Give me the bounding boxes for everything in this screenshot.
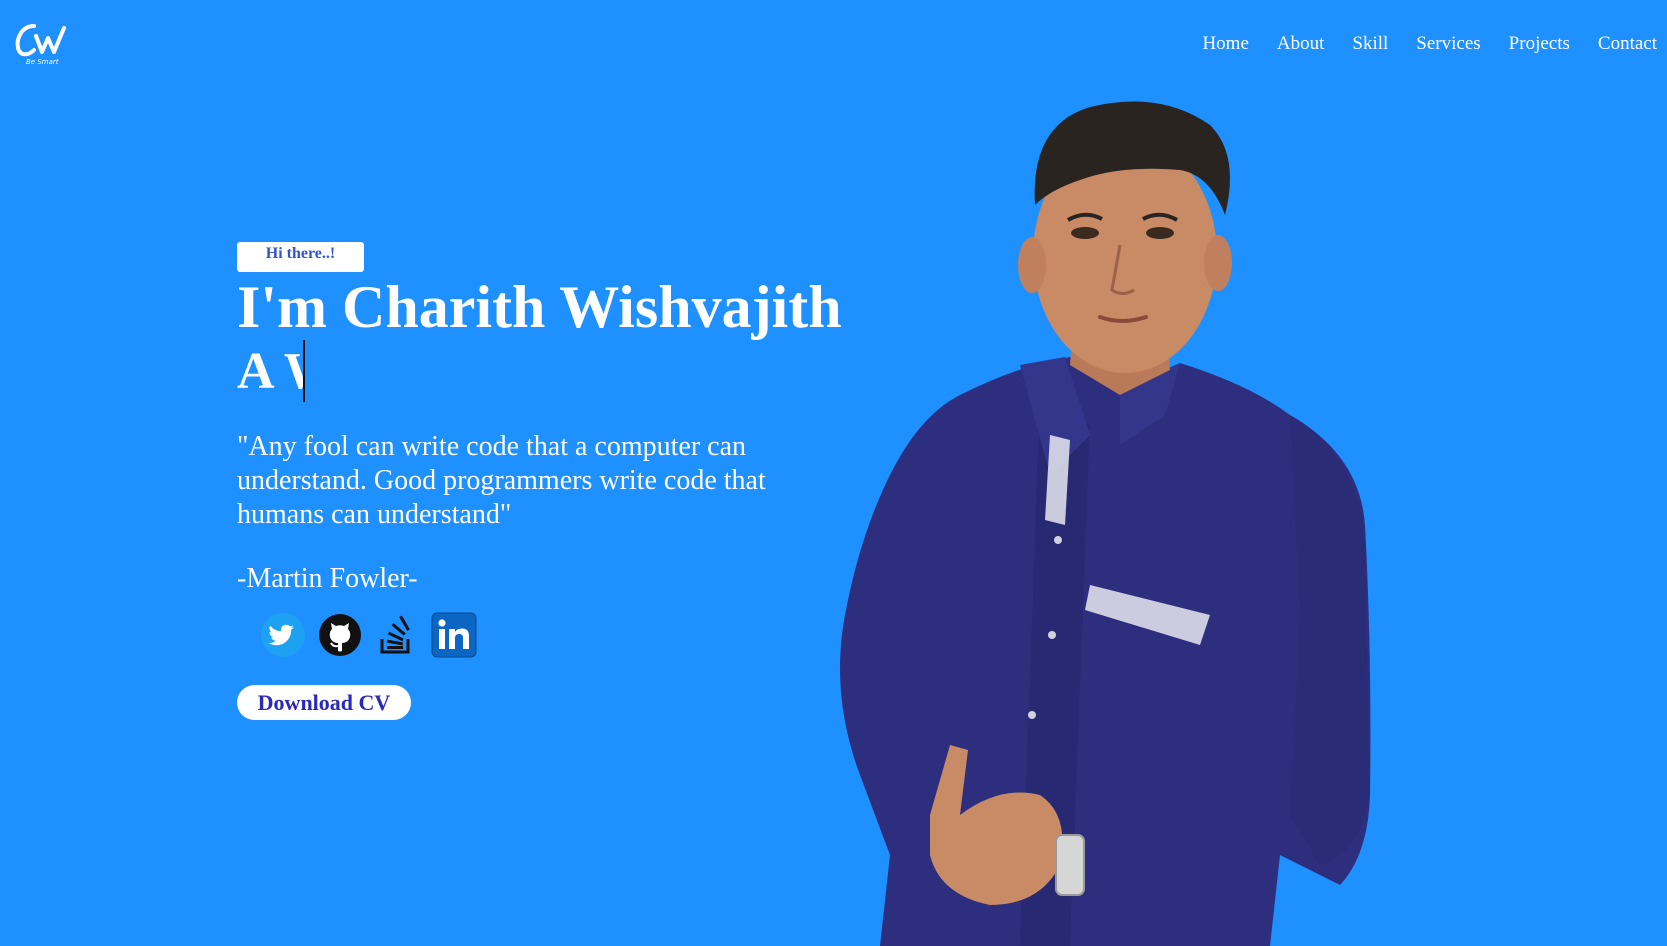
svg-text:Be Smart: Be Smart xyxy=(26,58,59,66)
nav-home[interactable]: Home xyxy=(1202,30,1248,58)
typing-cursor xyxy=(303,340,305,402)
nav-contact[interactable]: Contact xyxy=(1598,30,1657,58)
hero-name-heading: I'm Charith Wishvajith xyxy=(237,274,842,340)
nav-about[interactable]: About xyxy=(1277,30,1325,58)
nav-services[interactable]: Services xyxy=(1416,30,1480,58)
greeting-badge: Hi there..! xyxy=(237,242,364,272)
quote-author: -Martin Fowler- xyxy=(237,563,418,594)
typed-role-text: A W xyxy=(237,343,305,400)
linkedin-icon xyxy=(431,612,477,658)
social-links xyxy=(260,612,488,658)
github-link[interactable] xyxy=(317,612,363,658)
linkedin-link[interactable] xyxy=(431,612,477,658)
twitter-link[interactable] xyxy=(260,612,306,658)
twitter-icon xyxy=(261,613,305,657)
typed-role: A W xyxy=(237,340,305,404)
logo-mark-icon: Be Smart xyxy=(15,24,66,66)
main-nav: Home About Skill Services Projects Conta… xyxy=(1174,30,1657,58)
nav-projects[interactable]: Projects xyxy=(1509,30,1570,58)
stackoverflow-icon xyxy=(380,615,410,654)
nav-skill[interactable]: Skill xyxy=(1352,30,1388,58)
stackoverflow-link[interactable] xyxy=(374,612,420,658)
site-logo[interactable]: Be Smart xyxy=(14,18,74,68)
github-icon xyxy=(319,614,361,656)
hero-page: Be Smart Home About Skill Services Proje… xyxy=(0,0,1667,946)
download-cv-button[interactable]: Download CV xyxy=(237,685,411,720)
hero-quote: "Any fool can write code that a computer… xyxy=(237,431,766,530)
profile-photo xyxy=(840,101,1371,946)
